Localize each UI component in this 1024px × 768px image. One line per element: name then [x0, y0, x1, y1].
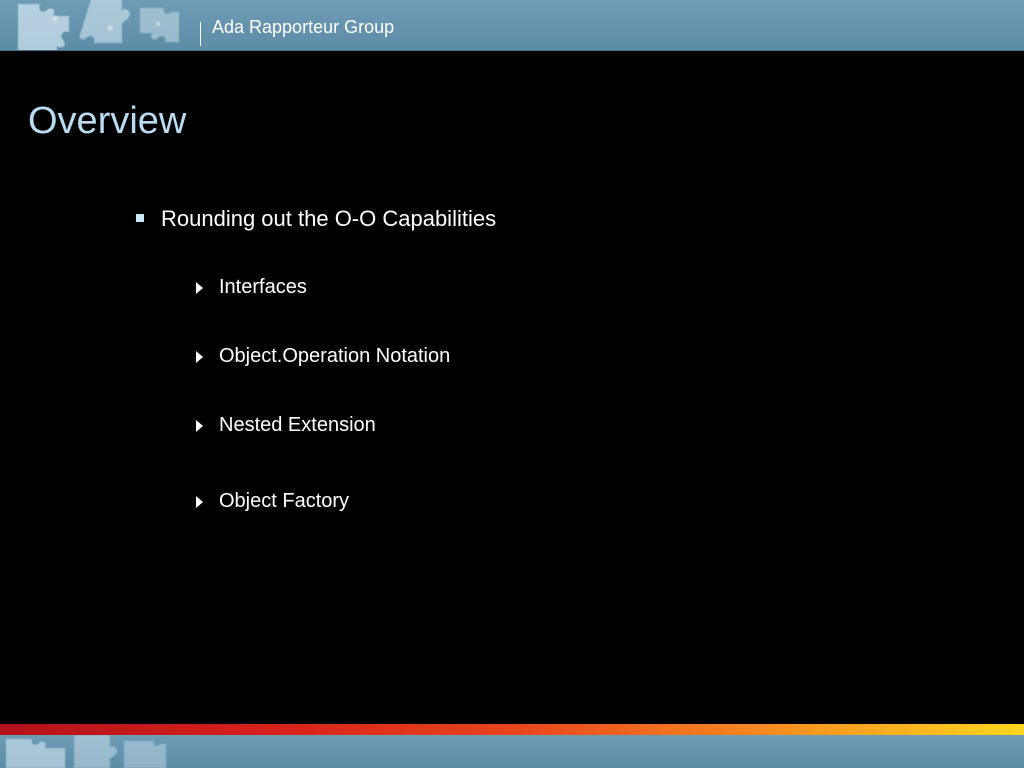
subbullet-item: Object.Operation Notation — [196, 345, 450, 368]
header-divider — [200, 22, 201, 46]
slide: Ada Rapporteur Group Overview Rounding o… — [0, 0, 1024, 768]
triangle-bullet-icon — [196, 495, 203, 508]
subbullet-text: Object Factory — [219, 490, 350, 512]
puzzle-pieces-graphic — [17, 0, 180, 50]
subbullet-text: Nested Extension — [219, 414, 376, 436]
triangle-bullet-icon — [196, 350, 203, 363]
triangle-bullet-icon — [196, 419, 203, 432]
subbullet-item: Nested Extension — [196, 414, 376, 437]
header-title: Ada Rapporteur Group — [212, 17, 395, 37]
subbullet-item: Interfaces — [196, 276, 307, 299]
square-bullet-icon — [136, 214, 144, 222]
bullet-item: Rounding out the O-O Capabilities — [136, 206, 496, 232]
footer-color-stripe — [0, 724, 1024, 735]
header-band: Ada Rapporteur Group — [0, 0, 1024, 51]
subbullet-text: Interfaces — [219, 276, 307, 298]
bullet-text: Rounding out the O-O Capabilities — [161, 206, 497, 231]
subbullet-text: Object.Operation Notation — [219, 345, 451, 367]
footer-puzzle-graphic — [5, 735, 167, 768]
subbullet-item: Object Factory — [196, 490, 349, 513]
triangle-bullet-icon — [196, 281, 203, 294]
slide-title: Overview — [28, 100, 187, 142]
